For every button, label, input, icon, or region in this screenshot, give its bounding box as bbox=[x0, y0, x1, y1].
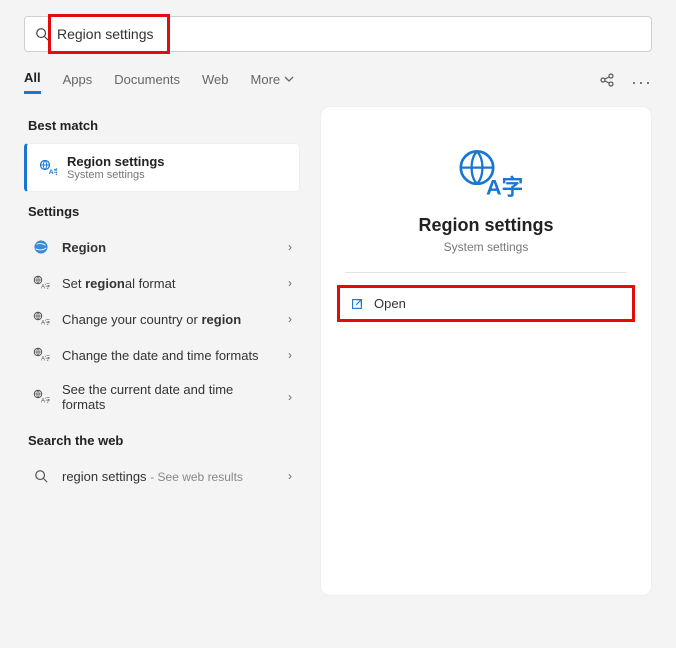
search-box[interactable] bbox=[24, 16, 652, 52]
language-region-icon: A字 bbox=[32, 346, 50, 364]
tab-apps[interactable]: Apps bbox=[63, 72, 93, 93]
svg-text:A字: A字 bbox=[41, 282, 50, 290]
row-label: Region bbox=[62, 240, 276, 255]
row-label: Change the date and time formats bbox=[62, 348, 276, 363]
best-match-result[interactable]: A字 Region settings System settings bbox=[24, 143, 300, 192]
search-web-heading: Search the web bbox=[28, 433, 300, 448]
row-label: region settings - See web results bbox=[62, 469, 276, 484]
svg-text:A字: A字 bbox=[41, 396, 50, 404]
settings-item-date-time-formats[interactable]: A字 Change the date and time formats › bbox=[24, 337, 300, 373]
svg-text:A字: A字 bbox=[41, 318, 50, 326]
chevron-down-icon bbox=[284, 74, 294, 84]
language-region-icon: A字 bbox=[32, 388, 50, 406]
svg-text:A字: A字 bbox=[41, 354, 50, 362]
search-icon bbox=[35, 27, 49, 41]
chevron-right-icon: › bbox=[288, 276, 292, 290]
preview-panel: A字 Region settings System settings Open bbox=[320, 106, 652, 596]
row-label: Set regional format bbox=[62, 276, 276, 291]
chevron-right-icon: › bbox=[288, 390, 292, 404]
language-region-icon: A字 bbox=[39, 159, 57, 177]
best-match-title: Region settings bbox=[67, 154, 165, 169]
tab-more[interactable]: More bbox=[251, 72, 295, 93]
settings-item-regional-format[interactable]: A字 Set regional format › bbox=[24, 265, 300, 301]
settings-item-see-date-time[interactable]: A字 See the current date and time formats… bbox=[24, 373, 300, 421]
open-button[interactable]: Open bbox=[337, 285, 635, 322]
svg-text:A字: A字 bbox=[49, 167, 57, 176]
preview-app-icon: A字 bbox=[450, 143, 522, 203]
svg-text:A字: A字 bbox=[486, 175, 522, 200]
language-region-icon: A字 bbox=[32, 274, 50, 292]
best-match-subtitle: System settings bbox=[67, 169, 165, 181]
search-input[interactable] bbox=[57, 26, 641, 42]
row-label: See the current date and time formats bbox=[62, 382, 276, 412]
chevron-right-icon: › bbox=[288, 240, 292, 254]
globe-icon bbox=[32, 238, 50, 256]
chevron-right-icon: › bbox=[288, 312, 292, 326]
chevron-right-icon: › bbox=[288, 469, 292, 483]
settings-item-change-country[interactable]: A字 Change your country or region › bbox=[24, 301, 300, 337]
open-label: Open bbox=[374, 296, 406, 311]
open-external-icon bbox=[350, 297, 364, 311]
chevron-right-icon: › bbox=[288, 348, 292, 362]
language-region-icon: A字 bbox=[32, 310, 50, 328]
preview-title: Region settings bbox=[321, 215, 651, 236]
tab-documents[interactable]: Documents bbox=[114, 72, 180, 93]
share-icon[interactable] bbox=[599, 72, 615, 88]
tab-web[interactable]: Web bbox=[202, 72, 229, 93]
settings-heading: Settings bbox=[28, 204, 300, 219]
tab-all[interactable]: All bbox=[24, 70, 41, 94]
more-options-icon[interactable]: ··· bbox=[631, 72, 652, 93]
search-icon bbox=[34, 469, 48, 483]
divider bbox=[345, 272, 627, 273]
web-result-item[interactable]: region settings - See web results › bbox=[24, 458, 300, 494]
filter-tabs: All Apps Documents Web More ··· bbox=[24, 70, 652, 94]
preview-subtitle: System settings bbox=[321, 240, 651, 254]
best-match-heading: Best match bbox=[28, 118, 300, 133]
row-label: Change your country or region bbox=[62, 312, 276, 327]
settings-item-region[interactable]: Region › bbox=[24, 229, 300, 265]
